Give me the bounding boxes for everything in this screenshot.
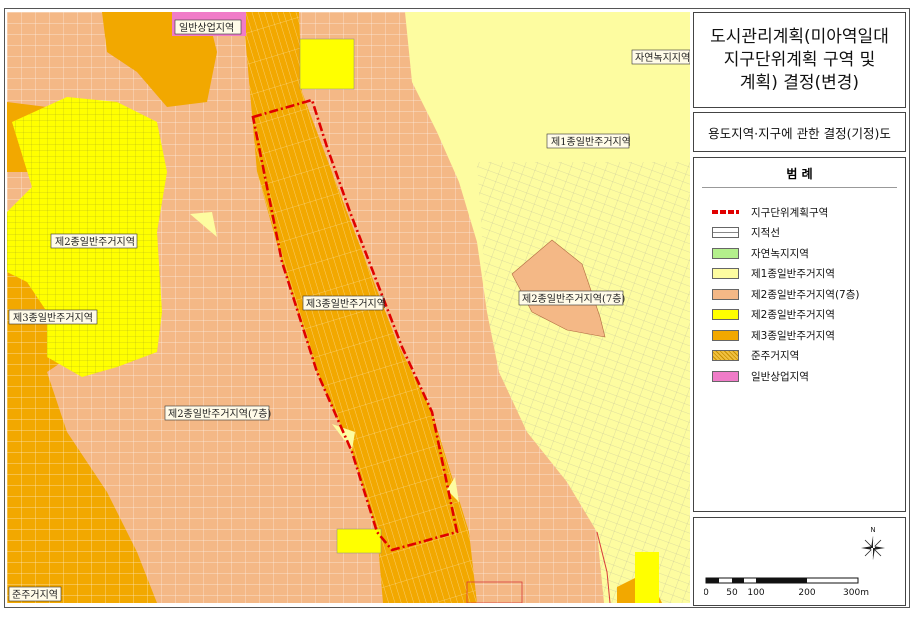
legend-swatch <box>712 247 739 259</box>
scale-tick: 100 <box>747 588 764 598</box>
legend-label: 제3종일반주거지역 <box>751 329 835 342</box>
scale-tick: 300m <box>843 588 869 598</box>
zone-res2-south <box>336 528 382 554</box>
svg-text:제2종일반주거지역: 제2종일반주거지역 <box>55 236 135 248</box>
svg-text:일반상업지역: 일반상업지역 <box>179 21 234 34</box>
legend-swatch <box>712 268 739 279</box>
svg-text:제3종일반주거지역: 제3종일반주거지역 <box>13 312 93 324</box>
label-res2-west: 제2종일반주거지역 <box>50 233 138 249</box>
label-natural-green: 자연녹지지역 <box>631 49 690 65</box>
legend-item: 제2종일반주거지역 <box>712 307 835 323</box>
legend-item: 제3종일반주거지역 <box>712 327 835 343</box>
legend-item: 자연녹지지역 <box>712 245 809 261</box>
svg-text:준주거지역: 준주거지역 <box>12 589 58 601</box>
legend-label: 일반상업지역 <box>751 370 809 383</box>
label-res3-center: 제3종일반주거지역 <box>302 295 386 311</box>
legend-label: 지적선 <box>751 227 780 239</box>
svg-text:자연녹지지역: 자연녹지지역 <box>635 52 690 64</box>
label-res2-7-center: 제2종일반주거지역(7층) <box>164 405 271 421</box>
north-arrow-icon: N <box>861 526 885 560</box>
legend-swatch <box>712 309 739 320</box>
legend-label: 지구단위계획구역 <box>751 206 829 219</box>
legend-label: 제2종일반주거지역(7층) <box>751 288 860 301</box>
scale-box: N 0 50 100 200 300m <box>693 517 906 606</box>
north-label: N <box>870 526 875 534</box>
legend: 범 례 지구단위계획구역지적선자연녹지지역제1종일반주거지역제2종일반주거지역(… <box>693 157 906 512</box>
legend-swatch <box>712 329 739 341</box>
legend-swatch <box>712 288 739 300</box>
scale-tick: 0 <box>704 588 709 598</box>
label-commercial: 일반상업지역 <box>174 19 242 35</box>
legend-item: 제2종일반주거지역(7층) <box>712 286 860 302</box>
label-res3-west: 제3종일반주거지역 <box>8 309 98 325</box>
legend-item: 일반상업지역 <box>712 368 809 384</box>
label-res1: 제1종일반주거지역 <box>546 133 631 149</box>
legend-swatch <box>712 227 739 238</box>
legend-label: 제1종일반주거지역 <box>751 268 835 280</box>
legend-label: 제2종일반주거지역 <box>751 309 835 321</box>
legend-swatch <box>712 210 739 214</box>
legend-label: 자연녹지지역 <box>751 247 809 260</box>
map-subtitle: 용도지역·지구에 관한 결정(기정)도 <box>708 125 891 141</box>
legend-label: 준주거지역 <box>751 350 800 362</box>
legend-item: 지적선 <box>712 225 780 241</box>
map-side-panel: 도시관리계획(미아역일대 지구단위계획 구역 및 계획) 결정(변경) 용도지역… <box>693 12 906 606</box>
map-canvas[interactable]: 일반상업지역 자연녹지지역 제1종일반주거지역 제2종일반주거지역 제3종일반주… <box>7 12 690 603</box>
scale-tick: 50 <box>726 588 738 598</box>
svg-text:제1종일반주거지역: 제1종일반주거지역 <box>551 136 631 148</box>
legend-title: 범 례 <box>702 158 897 188</box>
legend-item: 지구단위계획구역 <box>712 204 828 220</box>
zone-res2-north <box>299 38 355 90</box>
legend-swatch <box>712 370 739 382</box>
scale-tick: 200 <box>798 588 815 598</box>
map-title: 도시관리계획(미아역일대 지구단위계획 구역 및 계획) 결정(변경) <box>710 26 889 93</box>
scale-bar: 0 50 100 200 300m <box>704 577 869 598</box>
title-box: 도시관리계획(미아역일대 지구단위계획 구역 및 계획) 결정(변경) <box>693 12 906 108</box>
legend-item: 준주거지역 <box>712 348 799 364</box>
svg-text:제2종일반주거지역(7층): 제2종일반주거지역(7층) <box>522 293 625 305</box>
label-semi-res: 준주거지역 <box>8 586 62 602</box>
subtitle-box: 용도지역·지구에 관한 결정(기정)도 <box>693 112 906 152</box>
legend-item: 제1종일반주거지역 <box>712 266 835 282</box>
label-res2-7-east: 제2종일반주거지역(7층) <box>518 290 625 306</box>
svg-text:제3종일반주거지역: 제3종일반주거지역 <box>306 298 386 310</box>
zoning-map: 일반상업지역 자연녹지지역 제1종일반주거지역 제2종일반주거지역 제3종일반주… <box>7 12 690 603</box>
svg-text:제2종일반주거지역(7층): 제2종일반주거지역(7층) <box>168 408 271 420</box>
legend-swatch <box>712 350 739 361</box>
